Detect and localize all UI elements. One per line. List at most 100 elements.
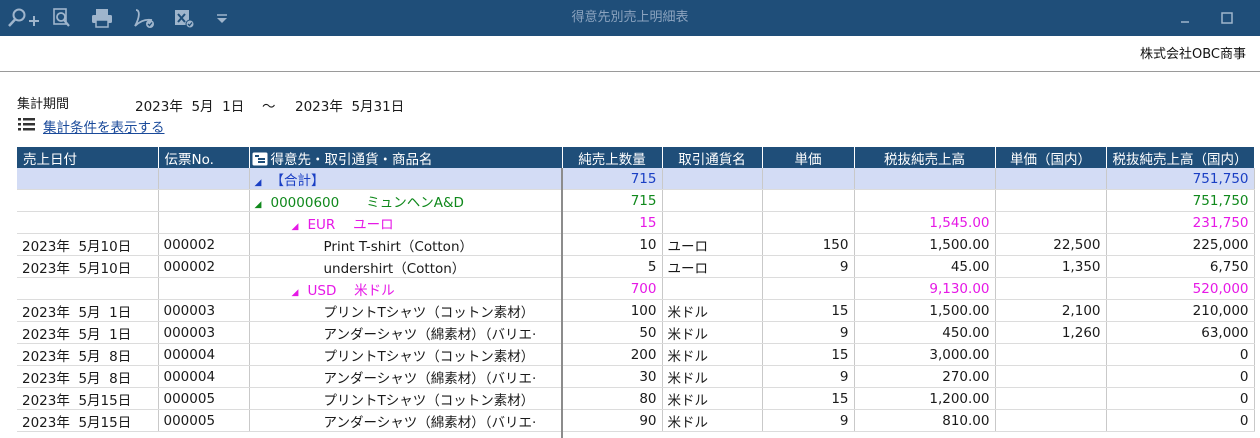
cell-amount-domestic: 6,750	[1106, 255, 1255, 278]
table-row[interactable]: 2023年 5月 1日 000003 プリントTシャツ（コットン素材） 100 米ドル 1…	[17, 299, 1255, 322]
cell-slip-no: 000005	[158, 387, 250, 410]
table-row[interactable]: 2023年 5月10日 000002 Print T-shirt（Cotton） 10…	[17, 233, 1255, 256]
total-row[interactable]: ◢ 【合計】 715 751,750	[17, 168, 1255, 190]
period-tilde: 〜	[262, 99, 276, 115]
cell-amount: 1,500.00	[854, 233, 996, 256]
cell-amount-domestic: 0	[1106, 409, 1255, 432]
cell-currency: 米ドル	[662, 321, 763, 344]
list-icon	[18, 118, 35, 131]
cell-slip-no: 000003	[158, 299, 250, 322]
table-row[interactable]: 2023年 5月 8日 000004 アンダーシャツ（綿素材）（バリエ· 30 米ドル 9…	[17, 365, 1255, 388]
cell-date: 2023年 5月15日	[17, 409, 159, 432]
cell-slip-no: 000002	[158, 233, 250, 256]
group-amount: 9,130.00	[854, 277, 996, 300]
cell-currency: 米ドル	[662, 387, 763, 410]
col-header-slip-no[interactable]: 伝票No.	[158, 147, 250, 168]
total-qty: 715	[562, 168, 663, 190]
cell-date: 2023年 5月 8日	[17, 365, 159, 388]
pdf-export-icon[interactable]	[132, 7, 156, 29]
cell-item: アンダーシャツ（綿素材）（バリエ·	[249, 409, 563, 432]
cell-currency: ユーロ	[662, 255, 763, 278]
cell-currency: 米ドル	[662, 409, 763, 432]
collapse-triangle-icon[interactable]: ◢	[292, 222, 308, 232]
period-label: 集計期間	[17, 97, 70, 112]
cell-price: 15	[762, 343, 855, 366]
table-row[interactable]: 2023年 5月15日 000005 プリントTシャツ（コットン素材） 80 米ドル 15…	[17, 387, 1255, 410]
currency-group-label: EUR ユーロ	[307, 216, 394, 233]
collapse-triangle-icon[interactable]: ◢	[292, 288, 308, 298]
cell-date: 2023年 5月15日	[17, 387, 159, 410]
cell-item: プリントTシャツ（コットン素材）	[249, 299, 563, 322]
cell-amount-domestic: 63,000	[1106, 321, 1255, 344]
cell-price-domestic	[995, 409, 1107, 432]
cell-price-domestic: 1,260	[995, 321, 1107, 344]
cell-currency: 米ドル	[662, 299, 763, 322]
minimize-icon[interactable]	[1174, 8, 1196, 28]
table-header-row: 売上日付 伝票No. 得意先・取引通貨・商品名 純売上数量 取引通貨名 単価 税…	[17, 147, 1255, 168]
cell-price-domestic	[995, 387, 1107, 410]
cell-amount: 45.00	[854, 255, 996, 278]
cell-qty: 100	[562, 299, 663, 322]
table-row[interactable]: 2023年 5月15日 000005 アンダーシャツ（綿素材）（バリエ· 90 米ドル 9…	[17, 409, 1255, 432]
total-label: 【合計】	[270, 172, 325, 189]
cell-qty: 200	[562, 343, 663, 366]
cell-price: 150	[762, 233, 855, 256]
cell-slip-no: 000004	[158, 343, 250, 366]
tree-toggle-icon[interactable]	[252, 152, 268, 166]
sales-detail-table: 売上日付 伝票No. 得意先・取引通貨・商品名 純売上数量 取引通貨名 単価 税…	[17, 147, 1255, 432]
maximize-icon[interactable]	[1216, 8, 1238, 28]
cell-item: アンダーシャツ（綿素材）（バリエ·	[249, 365, 563, 388]
collapse-triangle-icon[interactable]: ◢	[255, 200, 271, 210]
group-qty: 700	[562, 277, 663, 300]
cell-amount: 450.00	[854, 321, 996, 344]
cell-amount-domestic: 225,000	[1106, 233, 1255, 256]
cell-currency: 米ドル	[662, 343, 763, 366]
col-header-date[interactable]: 売上日付	[17, 147, 159, 168]
dropdown-icon[interactable]	[214, 7, 230, 29]
cell-amount-domestic: 0	[1106, 365, 1255, 388]
col-header-amount-domestic[interactable]: 税抜純売上高（国内）	[1106, 147, 1255, 168]
cell-qty: 5	[562, 255, 663, 278]
table-row[interactable]: 2023年 5月10日 000002 undershirt（Cotton） 5 ユーロ 9…	[17, 255, 1255, 278]
cell-price-domestic: 22,500	[995, 233, 1107, 256]
collapse-triangle-icon[interactable]: ◢	[255, 178, 271, 188]
currency-group-row[interactable]: ◢ USD 米ドル 700 9,130.00 520,000	[17, 277, 1255, 300]
cell-date: 2023年 5月 1日	[17, 321, 159, 344]
cell-qty: 80	[562, 387, 663, 410]
col-header-qty[interactable]: 純売上数量	[562, 147, 663, 168]
excel-export-icon[interactable]	[172, 7, 196, 29]
cell-slip-no: 000003	[158, 321, 250, 344]
cell-qty: 10	[562, 233, 663, 256]
table-row[interactable]: 2023年 5月 8日 000004 プリントTシャツ（コットン素材） 200 米ドル 1…	[17, 343, 1255, 366]
total-amount-domestic: 751,750	[1106, 168, 1255, 190]
col-header-price-domestic[interactable]: 単価（国内）	[995, 147, 1107, 168]
col-header-amount[interactable]: 税抜純売上高	[854, 147, 996, 168]
currency-group-row[interactable]: ◢ EUR ユーロ 15 1,545.00 231,750	[17, 211, 1255, 234]
cell-price: 15	[762, 299, 855, 322]
cell-price: 9	[762, 365, 855, 388]
show-conditions-link[interactable]: 集計条件を表示する	[43, 116, 165, 136]
col-header-customer[interactable]: 得意先・取引通貨・商品名	[249, 147, 563, 168]
magnify-search-icon[interactable]	[50, 7, 74, 29]
cell-slip-no: 000005	[158, 409, 250, 432]
title-bar: 得意先別売上明細表	[0, 0, 1260, 36]
cell-price: 9	[762, 255, 855, 278]
table-row[interactable]: 2023年 5月 1日 000003 アンダーシャツ（綿素材）（バリエ· 50 米ドル 9…	[17, 321, 1255, 344]
group-amount: 1,545.00	[854, 211, 996, 234]
column-split-bar[interactable]	[561, 168, 563, 438]
cell-currency: 米ドル	[662, 365, 763, 388]
col-header-currency[interactable]: 取引通貨名	[662, 147, 763, 168]
zoom-in-icon[interactable]	[6, 7, 40, 29]
customer-name: 00000600 ミュンヘンA&D	[270, 194, 464, 211]
cell-qty: 30	[562, 365, 663, 388]
cell-item: undershirt（Cotton）	[249, 255, 563, 278]
print-icon[interactable]	[90, 7, 114, 29]
header-divider	[0, 71, 1260, 72]
col-header-customer-label: 得意先・取引通貨・商品名	[270, 151, 433, 168]
customer-row[interactable]: ◢ 00000600 ミュンヘンA&D 715 751,750	[17, 189, 1255, 212]
period-from: 2023年 5月 1日	[135, 99, 245, 115]
cell-item: アンダーシャツ（綿素材）（バリエ·	[249, 321, 563, 344]
cell-price-domestic: 2,100	[995, 299, 1107, 322]
customer-qty: 715	[562, 189, 663, 212]
col-header-price[interactable]: 単価	[762, 147, 855, 168]
